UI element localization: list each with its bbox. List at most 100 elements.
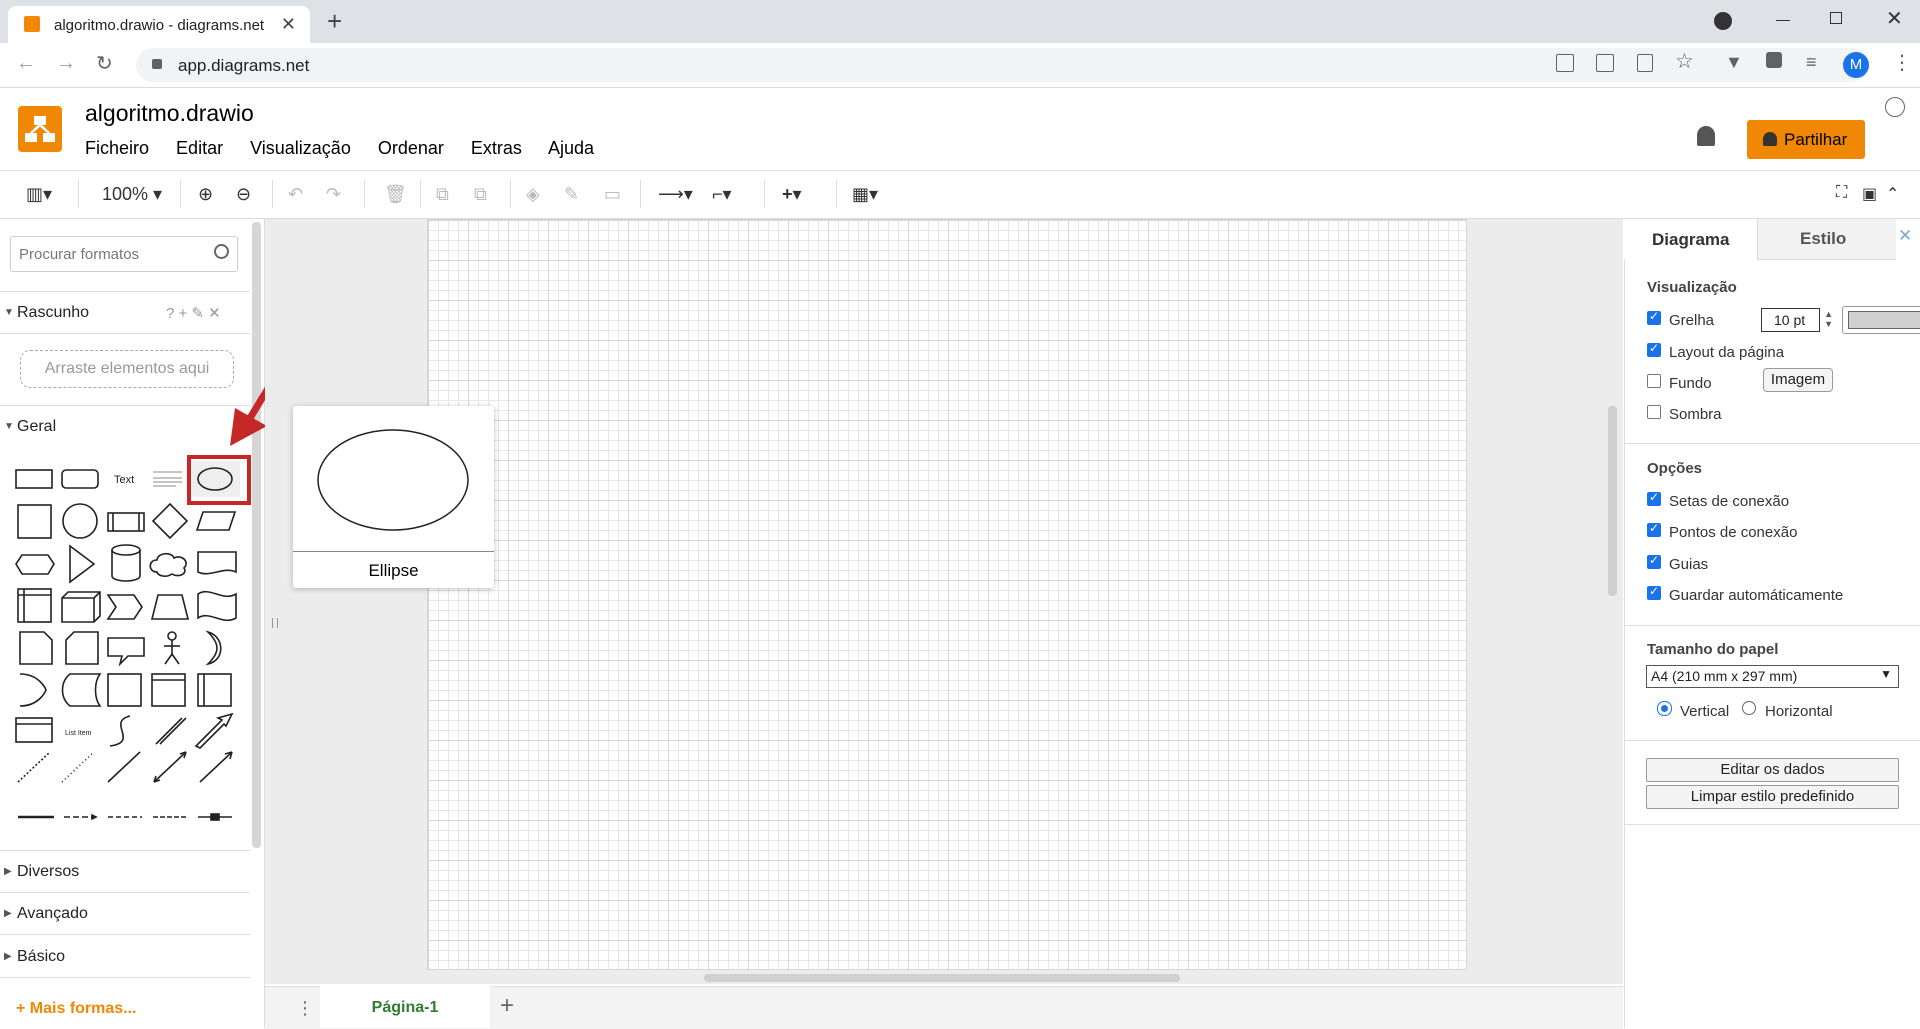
close-panel-icon[interactable]: ✕ bbox=[1898, 226, 1912, 246]
cube-shape[interactable] bbox=[61, 591, 101, 623]
extension-icon[interactable]: ▼ bbox=[1725, 52, 1743, 73]
autosave-checkbox[interactable] bbox=[1647, 584, 1661, 600]
connector-shape[interactable] bbox=[64, 813, 98, 821]
card-shape[interactable] bbox=[65, 631, 99, 665]
share-button[interactable]: Partilhar bbox=[1747, 120, 1865, 159]
parallelogram-shape[interactable] bbox=[195, 511, 237, 531]
horizontal-scrollbar[interactable] bbox=[704, 974, 1180, 982]
line-color-icon[interactable]: ✎ bbox=[564, 184, 579, 205]
hexagon-shape[interactable] bbox=[15, 554, 55, 575]
actor-shape[interactable] bbox=[164, 631, 180, 665]
vertical-swimlane-shape[interactable] bbox=[197, 673, 232, 707]
puzzle-icon[interactable] bbox=[1766, 52, 1782, 68]
arrow-shape[interactable] bbox=[194, 712, 234, 749]
format-panel-toggle-icon[interactable]: ▥▾ bbox=[26, 184, 52, 205]
text-shape[interactable]: Text bbox=[114, 474, 134, 486]
tab-search-icon[interactable] bbox=[1714, 12, 1732, 30]
zoom-in-icon[interactable]: ⊕ bbox=[198, 184, 213, 205]
note-shape[interactable] bbox=[19, 631, 53, 665]
delete-icon[interactable]: 🗑 bbox=[384, 184, 407, 205]
back-icon[interactable]: ← bbox=[16, 52, 36, 75]
menu-arrange[interactable]: Ordenar bbox=[378, 138, 444, 158]
translate-icon[interactable] bbox=[1596, 54, 1614, 72]
bookmark-star-icon[interactable]: ☆ bbox=[1675, 49, 1694, 74]
background-checkbox[interactable] bbox=[1647, 374, 1661, 388]
file-name[interactable]: algoritmo.drawio bbox=[85, 100, 254, 127]
menu-help[interactable]: Ajuda bbox=[548, 138, 594, 158]
dotted-line-shape[interactable] bbox=[61, 751, 95, 783]
cylinder-shape[interactable] bbox=[111, 544, 141, 582]
directional-connector-shape[interactable] bbox=[199, 751, 233, 783]
rectangle-shape[interactable] bbox=[15, 469, 53, 489]
basic-section-header[interactable]: ▶ Básico bbox=[0, 936, 250, 978]
browser-tab[interactable]: algoritmo.drawio - diagrams.net ✕ bbox=[8, 6, 310, 43]
scratchpad-drop-zone[interactable]: Arraste elementos aqui bbox=[20, 350, 234, 388]
diamond-shape[interactable] bbox=[151, 502, 189, 540]
format-panel-icon[interactable]: ▣ bbox=[1862, 184, 1877, 204]
media-icon[interactable]: ≡ bbox=[1806, 52, 1817, 73]
grid-size-input[interactable]: 10 pt ▲ ▼ bbox=[1761, 308, 1833, 332]
close-tab-icon[interactable]: ✕ bbox=[281, 14, 296, 35]
browser-menu-icon[interactable]: ⋮ bbox=[1892, 50, 1912, 75]
fullscreen-icon[interactable]: ⛶ bbox=[1836, 184, 1847, 202]
shadow-icon[interactable]: ▭ bbox=[604, 184, 621, 205]
delay-shape[interactable] bbox=[19, 673, 47, 707]
tape-shape[interactable] bbox=[197, 590, 237, 622]
container-shape[interactable] bbox=[107, 673, 142, 707]
portrait-radio[interactable] bbox=[1657, 701, 1672, 716]
general-section-header[interactable]: ▼ Geral bbox=[0, 405, 250, 447]
grid-checkbox[interactable] bbox=[1647, 309, 1661, 325]
page-layout-checkbox[interactable] bbox=[1647, 341, 1661, 357]
tab-diagram[interactable]: Diagrama bbox=[1624, 219, 1756, 259]
advanced-section-header[interactable]: ▶ Avançado bbox=[0, 893, 250, 935]
connection-arrows-checkbox[interactable] bbox=[1647, 490, 1661, 506]
reload-icon[interactable]: ↻ bbox=[96, 51, 113, 76]
square-shape[interactable] bbox=[17, 504, 52, 539]
circle-shape[interactable] bbox=[62, 503, 98, 539]
page-tab[interactable]: Página-1 bbox=[320, 986, 490, 1028]
textbox-shape[interactable] bbox=[153, 471, 182, 487]
cloud-shape[interactable] bbox=[149, 552, 187, 577]
fill-color-icon[interactable]: ◈ bbox=[526, 184, 540, 205]
triangle-shape[interactable] bbox=[69, 544, 96, 584]
shape-search-input[interactable]: Procurar formatos bbox=[10, 236, 238, 272]
clear-default-style-button[interactable]: Limpar estilo predefinido bbox=[1646, 785, 1899, 809]
sidebar-resize-handle[interactable] bbox=[272, 618, 278, 628]
redo-icon[interactable]: ↷ bbox=[326, 184, 341, 205]
menu-edit[interactable]: Editar bbox=[176, 138, 223, 158]
document-shape[interactable] bbox=[197, 551, 237, 575]
scratchpad-header[interactable]: ▼ Rascunho ? + ✎ ✕ bbox=[0, 291, 250, 334]
collapse-icon[interactable]: ⌃ bbox=[1886, 184, 1899, 204]
waypoints-icon[interactable]: ⌐▾ bbox=[712, 184, 732, 205]
dashed-line-shape[interactable] bbox=[17, 751, 51, 783]
spinner-icon[interactable]: ▲ ▼ bbox=[1824, 309, 1833, 329]
step-shape[interactable] bbox=[106, 594, 143, 620]
install-icon[interactable] bbox=[1556, 54, 1574, 72]
restore-icon[interactable] bbox=[1830, 12, 1842, 24]
edit-data-button[interactable]: Editar os dados bbox=[1646, 758, 1899, 782]
guides-checkbox[interactable] bbox=[1647, 553, 1661, 569]
forward-icon[interactable]: → bbox=[56, 52, 76, 75]
more-shapes-link[interactable]: + Mais formas... bbox=[16, 1000, 137, 1018]
minimize-icon[interactable] bbox=[1776, 20, 1790, 21]
zoom-dropdown[interactable]: 100% ▾ bbox=[102, 184, 162, 205]
menu-file[interactable]: Ficheiro bbox=[85, 138, 149, 158]
connector-3-labels-shape[interactable] bbox=[198, 813, 232, 821]
list-shape[interactable] bbox=[15, 717, 53, 743]
diagram-page[interactable] bbox=[427, 219, 1467, 970]
landscape-radio[interactable] bbox=[1742, 701, 1756, 715]
table-icon[interactable]: ▦▾ bbox=[852, 184, 878, 205]
search-icon[interactable] bbox=[214, 244, 229, 259]
connection-points-checkbox[interactable] bbox=[1647, 521, 1661, 537]
add-page-icon[interactable]: + bbox=[500, 992, 514, 1020]
bidirectional-arrow-shape[interactable] bbox=[155, 717, 187, 745]
callout-shape[interactable] bbox=[107, 637, 145, 667]
avatar[interactable]: M bbox=[1843, 52, 1869, 78]
line-shape[interactable] bbox=[107, 751, 141, 783]
data-storage-shape[interactable] bbox=[61, 673, 102, 707]
curve-shape[interactable] bbox=[109, 715, 131, 747]
to-back-icon[interactable]: ⧉ bbox=[474, 184, 487, 205]
new-tab-icon[interactable]: + bbox=[327, 6, 342, 37]
menu-extras[interactable]: Extras bbox=[471, 138, 522, 158]
insert-plus-icon[interactable]: +▾ bbox=[782, 184, 802, 205]
